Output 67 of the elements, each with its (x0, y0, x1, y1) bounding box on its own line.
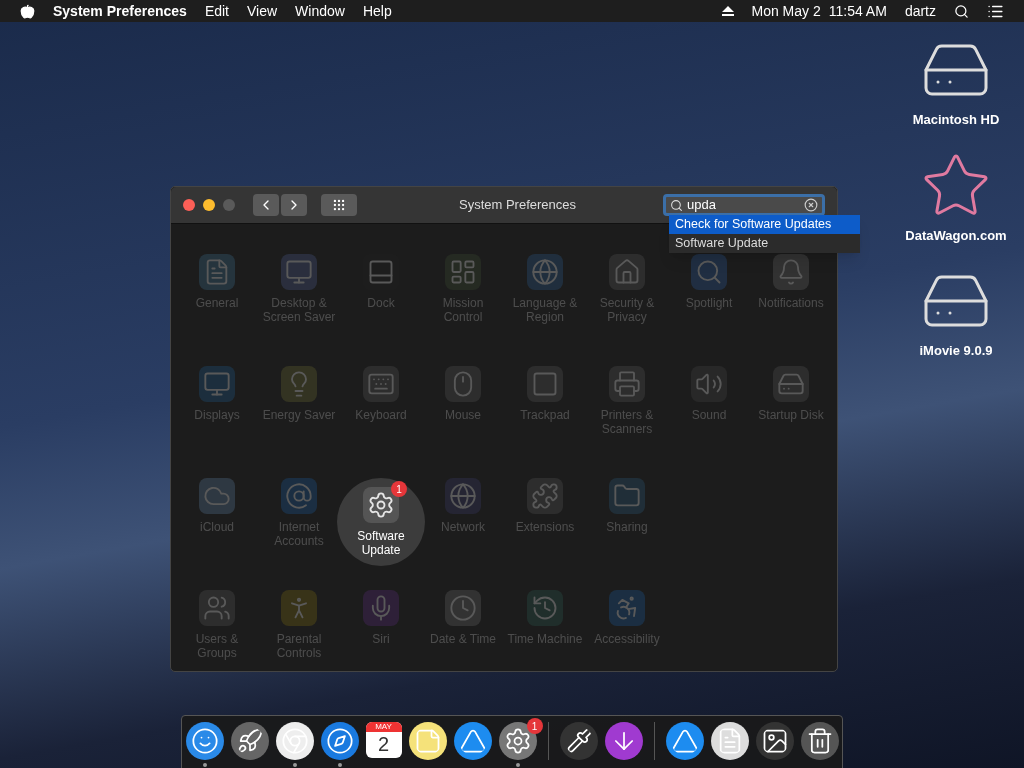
desktop-icon-label[interactable]: Macintosh HD (912, 110, 1000, 130)
windows-icon (445, 254, 481, 290)
calendar-app-icon[interactable]: MAY 2 (365, 722, 402, 758)
printer-icon (609, 366, 645, 402)
menu-item[interactable]: Help (362, 0, 392, 22)
menu-date[interactable]: Mon May 2 (751, 0, 821, 22)
color-meter-icon[interactable] (559, 722, 598, 760)
monitor-icon (199, 366, 235, 402)
globe-icon (445, 478, 481, 514)
download-icon[interactable] (604, 722, 643, 760)
accessibility-person-icon (609, 590, 645, 626)
app-menu[interactable]: System Preferences (53, 0, 187, 22)
suggestion-menu[interactable]: Software Update (669, 234, 860, 253)
close-window-button[interactable] (183, 199, 195, 211)
notification-badge: 1 (391, 481, 407, 497)
globe-icon (527, 254, 563, 290)
people-icon (199, 590, 235, 626)
at-sign-icon (281, 478, 317, 514)
notification-badge: 1 (526, 718, 543, 734)
search-field[interactable]: upda (663, 194, 825, 216)
clock-icon (445, 590, 481, 626)
eject-icon[interactable] (721, 6, 734, 16)
user-name[interactable]: dartz (904, 0, 936, 22)
house-icon (609, 254, 645, 290)
trash-icon[interactable] (800, 722, 839, 760)
menu-clock[interactable]: 11:54 AM (828, 0, 887, 22)
search-icon (670, 198, 683, 212)
puzzle-piece-icon (527, 478, 563, 514)
compass-icon[interactable] (320, 722, 359, 760)
menu-item[interactable]: View (247, 0, 278, 22)
mouse-icon (445, 366, 481, 402)
bell-icon (773, 254, 809, 290)
gear-icon (363, 487, 399, 523)
menu-item[interactable]: Window (295, 0, 345, 22)
apple-logo-icon[interactable] (20, 3, 35, 19)
trackpad-icon (527, 366, 563, 402)
back-button[interactable] (253, 194, 279, 216)
monitor-icon (281, 254, 317, 290)
app-store-icon[interactable] (665, 722, 704, 760)
rocket-icon[interactable] (230, 722, 269, 760)
search-icon[interactable] (954, 3, 969, 19)
lightbulb-icon (281, 366, 317, 402)
gear-icon[interactable] (498, 722, 537, 760)
grid-icon (332, 198, 346, 212)
clear-icon[interactable] (804, 198, 818, 212)
keyboard-icon (363, 366, 399, 402)
browser-icon[interactable] (275, 722, 314, 760)
menu-item[interactable]: Edit (204, 0, 229, 22)
face-icon[interactable] (185, 722, 224, 760)
microphone-icon (363, 590, 399, 626)
speaker-icon (691, 366, 727, 402)
cloud-icon (199, 478, 235, 514)
desktop-icon-label[interactable]: DataWagon.com (905, 225, 1007, 245)
screenshot-icon[interactable] (755, 722, 794, 760)
window-title: System Preferences (459, 196, 577, 215)
forward-button[interactable] (281, 194, 307, 216)
document-icon (199, 254, 235, 290)
folder-icon (609, 478, 645, 514)
search-icon (691, 254, 727, 290)
preference-pane[interactable]: 1 Software Update (337, 478, 425, 566)
notepad-icon[interactable] (408, 722, 447, 760)
suggestion-menu[interactable]: Check for Software Updates (669, 215, 860, 234)
app-store-icon[interactable] (453, 722, 492, 760)
document-icon[interactable] (710, 722, 749, 760)
desktop-icon-label[interactable]: iMovie 9.0.9 (919, 341, 993, 361)
show-all-button[interactable] (321, 194, 357, 216)
minimize-window-button[interactable] (203, 199, 215, 211)
